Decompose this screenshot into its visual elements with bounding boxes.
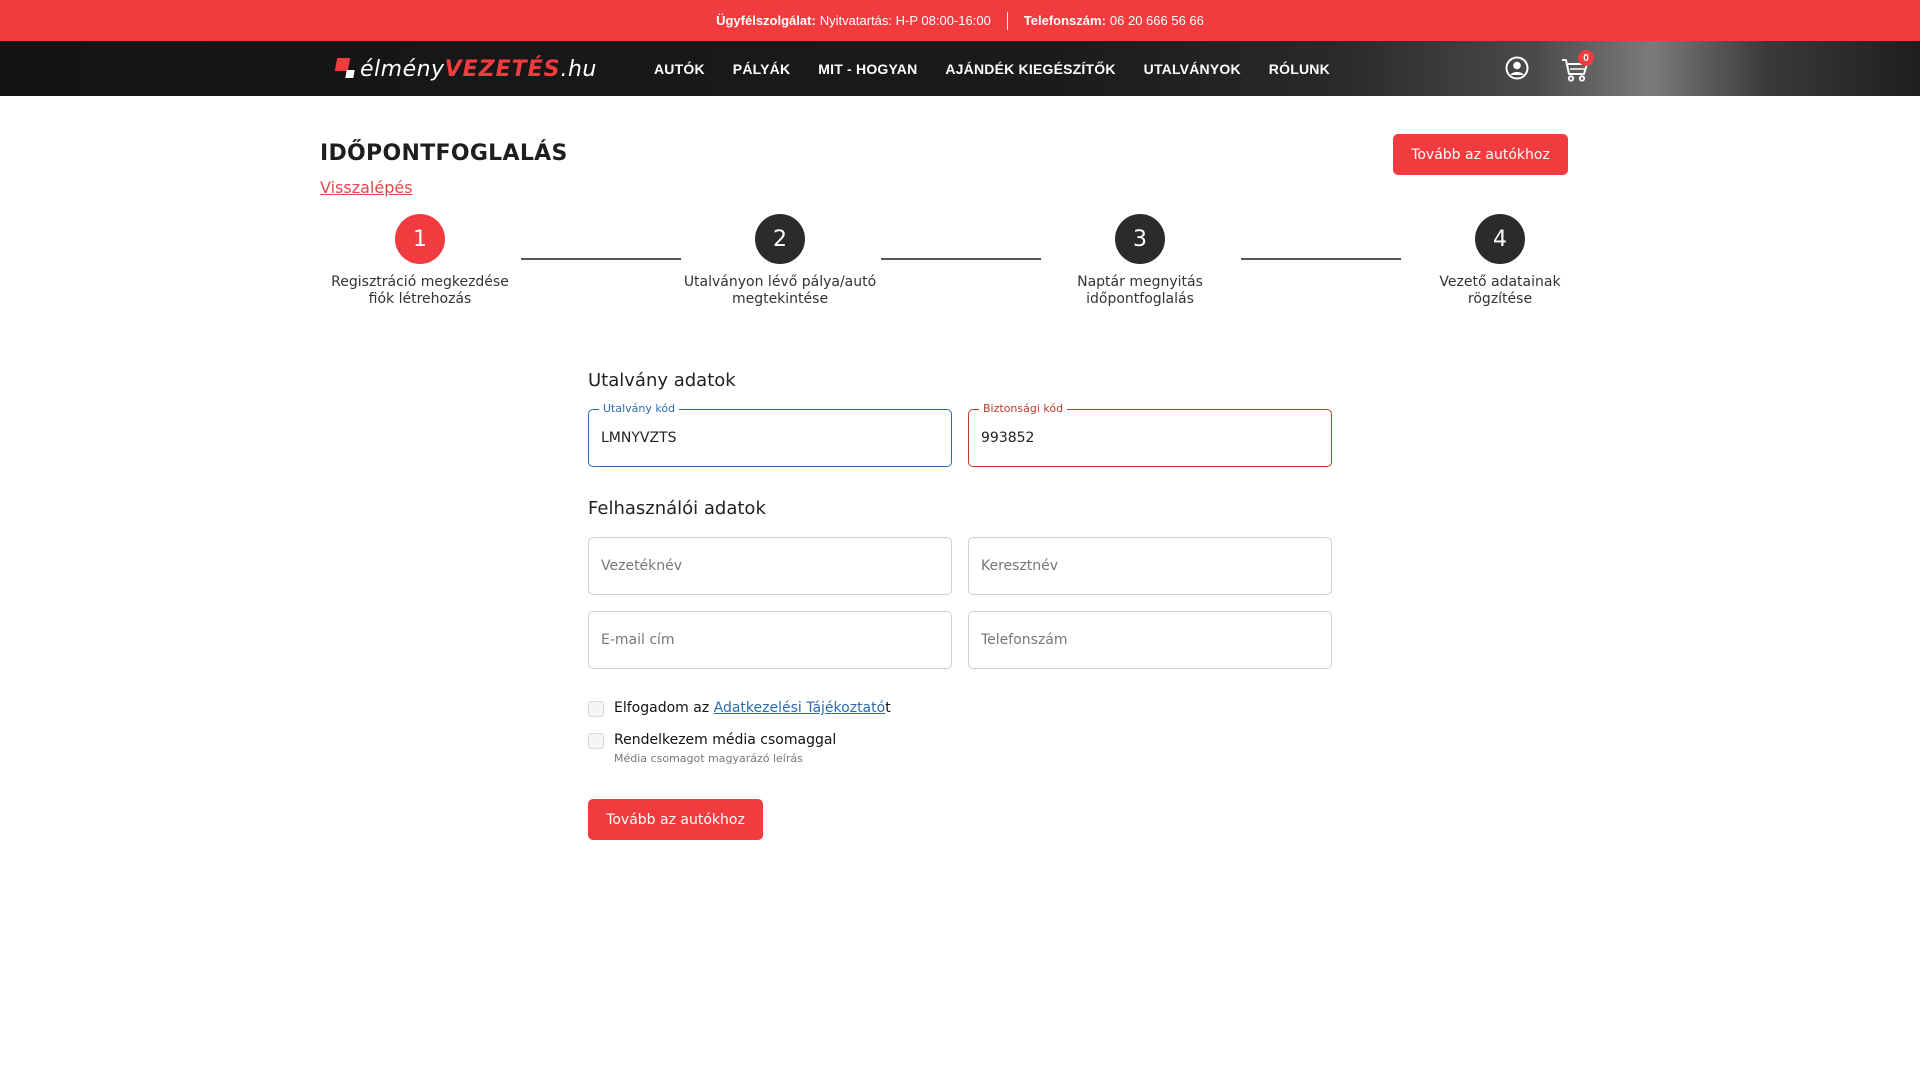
main-navbar: élményVEZETÉS.hu AUTÓK PÁLYÁK MIT - HOGY… — [0, 41, 1920, 96]
step-3: 3 Naptár megnyitás időpontfoglalás — [1040, 214, 1240, 308]
privacy-consent-row: Elfogadom az Adatkezelési Tájékoztatót — [588, 700, 891, 717]
step-1-line1: Regisztráció megkezdése — [331, 274, 509, 290]
step-3-line2: időpontfoglalás — [1086, 291, 1194, 307]
step-3-label: Naptár megnyitás időpontfoglalás — [1040, 274, 1240, 308]
logo-part2: VEZETÉS — [444, 56, 561, 82]
step-1-label: Regisztráció megkezdése fiók létrehozás — [320, 274, 520, 308]
logo-part3: .hu — [560, 56, 597, 82]
step-2: 2 Utalványon lévő pálya/autó megtekintés… — [680, 214, 880, 308]
menu-item-palyak[interactable]: PÁLYÁK — [733, 61, 790, 77]
media-package-checkbox[interactable] — [588, 733, 604, 749]
phone-label: Telefonszám: — [1023, 13, 1106, 28]
step-2-circle: 2 — [755, 214, 805, 264]
continue-to-cars-button[interactable]: Tovább az autókhoz — [588, 799, 763, 840]
step-1: 1 Regisztráció megkezdése fiók létrehozá… — [320, 214, 520, 308]
user-section-title: Felhasználói adatok — [588, 498, 766, 519]
email-field — [588, 611, 952, 669]
menu-item-autok[interactable]: AUTÓK — [654, 61, 705, 77]
voucher-code-field: Utalvány kód — [588, 402, 952, 467]
main-menu: AUTÓK PÁLYÁK MIT - HOGYAN AJÁNDÉK KIEGÉS… — [654, 41, 1330, 96]
security-code-field: Biztonsági kód — [968, 402, 1332, 467]
phone-field — [968, 611, 1332, 669]
continue-to-cars-button-top[interactable]: Tovább az autókhoz — [1393, 134, 1568, 175]
info-divider — [1006, 11, 1008, 30]
step-4-line2: rögzítése — [1467, 291, 1533, 307]
step-connector — [521, 258, 681, 260]
privacy-prefix: Elfogadom az — [614, 700, 714, 716]
media-package-label: Rendelkezem média csomaggal — [614, 732, 837, 748]
step-2-line2: megtekintése — [731, 291, 829, 307]
firstname-input[interactable] — [969, 538, 1331, 594]
menu-item-utalvanyok[interactable]: UTALVÁNYOK — [1144, 61, 1241, 77]
phone-value[interactable]: 06 20 666 56 66 — [1110, 13, 1204, 28]
menu-item-rolunk[interactable]: RÓLUNK — [1269, 61, 1330, 77]
step-1-line2: fiók létrehozás — [368, 291, 472, 307]
menu-item-mit-hogyan[interactable]: MIT - HOGYAN — [818, 61, 917, 77]
email-input[interactable] — [589, 612, 951, 668]
info-bar: Ügyfélszolgálat: Nyitvatartás: H-P 08:00… — [0, 0, 1920, 41]
security-code-input[interactable] — [969, 410, 1331, 466]
menu-item-ajandek[interactable]: AJÁNDÉK KIEGÉSZÍTŐK — [945, 61, 1115, 77]
step-4: 4 Vezető adatainak rögzítése — [1400, 214, 1600, 308]
step-1-circle: 1 — [395, 214, 445, 264]
voucher-section-title: Utalvány adatok — [588, 370, 736, 391]
site-logo[interactable]: élményVEZETÉS.hu — [334, 57, 597, 82]
privacy-suffix: t — [885, 700, 891, 716]
step-connector — [881, 258, 1041, 260]
step-4-circle: 4 — [1475, 214, 1525, 264]
logo-mark-icon — [334, 58, 356, 80]
privacy-policy-link[interactable]: Adatkezelési Tájékoztató — [714, 700, 886, 716]
step-3-line1: Naptár megnyitás — [1077, 274, 1203, 290]
back-link[interactable]: Visszalépés — [320, 178, 413, 197]
lastname-input[interactable] — [589, 538, 951, 594]
privacy-consent-text: Elfogadom az Adatkezelési Tájékoztatót — [614, 700, 891, 716]
support-label: Ügyfélszolgálat: — [716, 13, 816, 28]
phone-input[interactable] — [969, 612, 1331, 668]
logo-text: élményVEZETÉS.hu — [360, 57, 597, 82]
page-title: IDŐPONTFOGLALÁS — [320, 141, 568, 166]
step-2-line1: Utalványon lévő pálya/autó — [683, 274, 877, 290]
media-package-text: Rendelkezem média csomaggal Média csomag… — [614, 732, 836, 765]
firstname-field — [968, 537, 1332, 595]
media-package-description: Média csomagot magyarázó leírás — [614, 752, 803, 765]
cart-count-badge: 0 — [1578, 50, 1594, 66]
security-code-label: Biztonsági kód — [979, 402, 1068, 415]
step-connector — [1241, 258, 1401, 260]
step-4-label: Vezető adatainak rögzítése — [1400, 274, 1600, 308]
voucher-code-input[interactable] — [589, 410, 951, 466]
support-phone: Telefonszám: 06 20 666 56 66 — [1024, 13, 1204, 28]
support-value: Nyitvatartás: H-P 08:00-16:00 — [819, 13, 991, 28]
step-2-label: Utalványon lévő pálya/autó megtekintése — [680, 274, 880, 308]
lastname-field — [588, 537, 952, 595]
user-account-icon[interactable] — [1505, 56, 1529, 80]
step-3-circle: 3 — [1115, 214, 1165, 264]
privacy-checkbox[interactable] — [588, 701, 604, 717]
logo-part1: élmény — [360, 56, 445, 82]
voucher-code-label: Utalvány kód — [599, 402, 680, 415]
support-hours: Ügyfélszolgálat: Nyitvatartás: H-P 08:00… — [716, 13, 991, 28]
media-package-row: Rendelkezem média csomaggal Média csomag… — [588, 732, 836, 765]
step-4-line1: Vezető adatainak — [1439, 274, 1561, 290]
